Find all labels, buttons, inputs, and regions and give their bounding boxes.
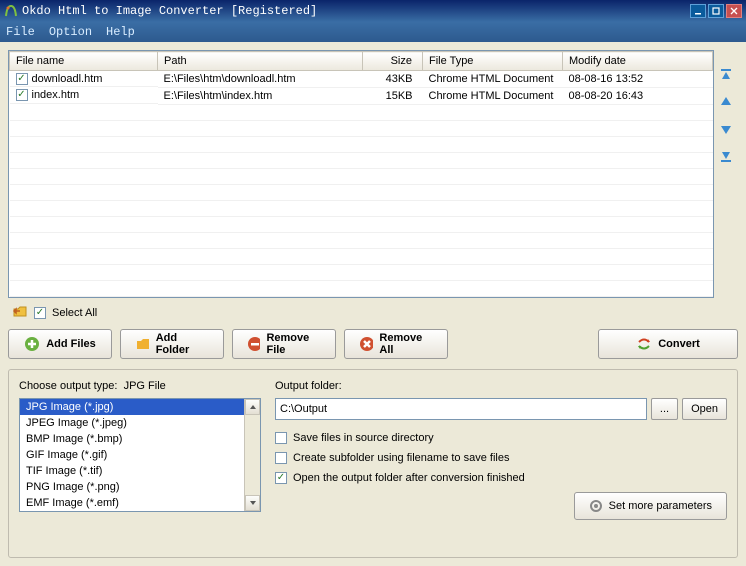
menu-file[interactable]: File [6,25,35,39]
table-row[interactable]: downloadl.htm E:\Files\htm\downloadl.htm… [10,71,713,88]
output-folder-input[interactable] [275,398,647,420]
add-folder-button[interactable]: Add Folder [120,329,224,359]
col-type[interactable]: File Type [423,52,563,71]
row-checkbox[interactable] [16,73,28,85]
opt-subfolder-label: Create subfolder using filename to save … [293,452,509,464]
cell-size: 43KB [363,71,423,88]
scroll-down-icon[interactable] [245,495,260,511]
scrollbar[interactable] [244,399,260,511]
col-path[interactable]: Path [158,52,363,71]
window-title: Okdo Html to Image Converter [Registered… [22,4,690,18]
gear-icon [589,499,603,513]
cell-name: downloadl.htm [32,73,103,85]
cell-type: Chrome HTML Document [423,71,563,88]
col-name[interactable]: File name [10,52,158,71]
list-item[interactable]: TIF Image (*.tif) [20,463,244,479]
row-checkbox[interactable] [16,89,28,101]
opt-subfolder-checkbox[interactable] [275,452,287,464]
output-folder-label: Output folder: [275,380,727,392]
add-icon [24,336,40,352]
output-type-label: Choose output type: [19,380,117,392]
opt-save-source-label: Save files in source directory [293,432,434,444]
browse-button[interactable]: ... [651,398,678,420]
list-item[interactable]: JPEG Image (*.jpeg) [20,415,244,431]
table-row[interactable]: index.htm E:\Files\htm\index.htm 15KB Ch… [10,88,713,105]
opt-save-source-checkbox[interactable] [275,432,287,444]
menu-help[interactable]: Help [106,25,135,39]
cell-modify: 08-08-20 16:43 [563,88,713,105]
move-bottom-icon[interactable] [719,149,733,166]
file-table[interactable]: File name Path Size File Type Modify dat… [8,50,714,298]
list-item[interactable]: PNG Image (*.png) [20,479,244,495]
reorder-buttons [714,50,738,298]
cell-type: Chrome HTML Document [423,88,563,105]
move-down-icon[interactable] [719,122,733,139]
convert-icon [636,336,652,352]
remove-file-button[interactable]: Remove File [232,329,336,359]
opt-open-after-label: Open the output folder after conversion … [293,472,525,484]
folder-icon [135,336,150,352]
list-item[interactable]: JPG Image (*.jpg) [20,399,244,415]
list-item[interactable]: GIF Image (*.gif) [20,447,244,463]
output-type-listbox[interactable]: JPG Image (*.jpg)JPEG Image (*.jpeg)BMP … [20,399,244,511]
remove-all-icon [359,336,373,352]
minimize-button[interactable] [690,4,706,18]
cell-modify: 08-08-16 13:52 [563,71,713,88]
cell-name: index.htm [32,89,80,101]
move-top-icon[interactable] [719,68,733,85]
add-files-button[interactable]: Add Files [8,329,112,359]
output-type-current: JPG File [124,380,166,392]
menubar: File Option Help [0,22,746,42]
scroll-up-icon[interactable] [245,399,260,415]
select-all-checkbox[interactable] [34,307,46,319]
select-all-label: Select All [52,307,97,319]
list-item[interactable]: BMP Image (*.bmp) [20,431,244,447]
app-icon [4,4,18,18]
open-button[interactable]: Open [682,398,727,420]
cell-size: 15KB [363,88,423,105]
menu-option[interactable]: Option [49,25,92,39]
col-size[interactable]: Size [363,52,423,71]
opt-open-after-checkbox[interactable] [275,472,287,484]
set-more-parameters-button[interactable]: Set more parameters [574,492,727,520]
convert-button[interactable]: Convert [598,329,738,359]
cell-path: E:\Files\htm\index.htm [158,88,363,105]
maximize-button[interactable] [708,4,724,18]
remove-all-button[interactable]: Remove All [344,329,448,359]
titlebar: Okdo Html to Image Converter [Registered… [0,0,746,22]
col-modify[interactable]: Modify date [563,52,713,71]
folder-up-icon[interactable] [12,304,28,321]
move-up-icon[interactable] [719,95,733,112]
cell-path: E:\Files\htm\downloadl.htm [158,71,363,88]
remove-icon [247,336,260,352]
lower-panel: Choose output type: JPG File JPG Image (… [8,369,738,558]
list-item[interactable]: EMF Image (*.emf) [20,495,244,511]
close-button[interactable] [726,4,742,18]
